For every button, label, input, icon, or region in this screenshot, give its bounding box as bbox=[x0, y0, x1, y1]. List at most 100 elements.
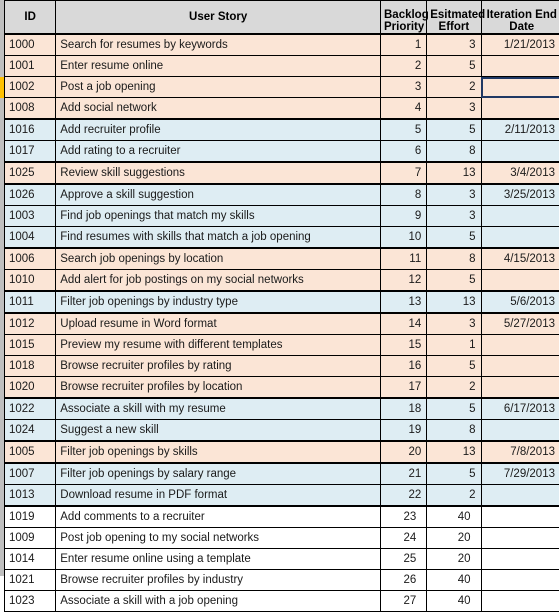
cell-id[interactable]: 1010 bbox=[5, 270, 56, 292]
cell-estimated-effort[interactable]: 3 bbox=[427, 313, 481, 335]
cell-user-story[interactable]: Find job openings that match my skills bbox=[56, 206, 381, 227]
cell-id[interactable]: 1024 bbox=[5, 420, 56, 442]
cell-user-story[interactable]: Post job opening to my social networks bbox=[56, 528, 381, 549]
cell-user-story[interactable]: Filter job openings by industry type bbox=[56, 291, 381, 313]
cell-id[interactable]: 1003 bbox=[5, 206, 56, 227]
cell-estimated-effort[interactable]: 3 bbox=[427, 206, 481, 227]
column-header-id[interactable]: ID bbox=[5, 1, 56, 35]
cell-iteration-end-date[interactable]: 5/27/2013 bbox=[481, 313, 559, 335]
cell-id[interactable]: 1001 bbox=[5, 56, 56, 77]
cell-iteration-end-date[interactable]: 5/6/2013 bbox=[481, 291, 559, 313]
cell-user-story[interactable]: Search job openings by location bbox=[56, 248, 381, 270]
cell-estimated-effort[interactable]: 8 bbox=[427, 420, 481, 442]
cell-id[interactable]: 1026 bbox=[5, 184, 56, 206]
cell-iteration-end-date[interactable]: 7/8/2013 bbox=[481, 441, 559, 463]
cell-iteration-end-date[interactable] bbox=[481, 141, 559, 163]
column-header-iteration-end-date[interactable]: Iteration End Date bbox=[481, 1, 559, 35]
cell-estimated-effort[interactable]: 5 bbox=[427, 119, 481, 141]
table-row[interactable]: 1010Add alert for job postings on my soc… bbox=[5, 270, 559, 292]
spreadsheet-grid[interactable]: ID User Story Backlog Priority Esitmated… bbox=[0, 0, 559, 576]
table-row[interactable]: 1009Post job opening to my social networ… bbox=[5, 528, 559, 549]
cell-backlog-priority[interactable]: 5 bbox=[381, 119, 427, 141]
table-row[interactable]: 1008Add social network43 bbox=[5, 98, 559, 120]
cell-user-story[interactable]: Approve a skill suggestion bbox=[56, 184, 381, 206]
cell-user-story[interactable]: Add social network bbox=[56, 98, 381, 120]
cell-id[interactable]: 1022 bbox=[5, 398, 56, 420]
cell-estimated-effort[interactable]: 5 bbox=[427, 398, 481, 420]
cell-user-story[interactable]: Preview my resume with different templat… bbox=[56, 335, 381, 356]
cell-id[interactable]: 1025 bbox=[5, 162, 56, 184]
table-row[interactable]: 1024Suggest a new skill198 bbox=[5, 420, 559, 442]
cell-iteration-end-date[interactable]: 7/29/2013 bbox=[481, 463, 559, 485]
cell-backlog-priority[interactable]: 18 bbox=[381, 398, 427, 420]
cell-iteration-end-date[interactable] bbox=[481, 56, 559, 77]
cell-iteration-end-date[interactable] bbox=[481, 528, 559, 549]
cell-iteration-end-date[interactable] bbox=[481, 77, 559, 98]
cell-iteration-end-date[interactable]: 3/4/2013 bbox=[481, 162, 559, 184]
cell-backlog-priority[interactable]: 16 bbox=[381, 356, 427, 377]
cell-user-story[interactable]: Browse recruiter profiles by industry bbox=[56, 570, 381, 591]
cell-iteration-end-date[interactable] bbox=[481, 227, 559, 249]
cell-user-story[interactable]: Associate a skill with my resume bbox=[56, 398, 381, 420]
cell-user-story[interactable]: Enter resume online using a template bbox=[56, 549, 381, 570]
cell-id[interactable]: 1015 bbox=[5, 335, 56, 356]
cell-id[interactable]: 1005 bbox=[5, 441, 56, 463]
cell-estimated-effort[interactable]: 8 bbox=[427, 141, 481, 163]
cell-iteration-end-date[interactable]: 4/15/2013 bbox=[481, 248, 559, 270]
cell-id[interactable]: 1002 bbox=[5, 77, 56, 98]
cell-id[interactable]: 1006 bbox=[5, 248, 56, 270]
cell-iteration-end-date[interactable] bbox=[481, 270, 559, 292]
cell-backlog-priority[interactable]: 20 bbox=[381, 441, 427, 463]
cell-backlog-priority[interactable]: 15 bbox=[381, 335, 427, 356]
cell-iteration-end-date[interactable] bbox=[481, 377, 559, 399]
cell-user-story[interactable]: Add recruiter profile bbox=[56, 119, 381, 141]
cell-user-story[interactable]: Enter resume online bbox=[56, 56, 381, 77]
table-row[interactable]: 1018Browse recruiter profiles by rating1… bbox=[5, 356, 559, 377]
cell-backlog-priority[interactable]: 8 bbox=[381, 184, 427, 206]
cell-backlog-priority[interactable]: 1 bbox=[381, 34, 427, 56]
table-row[interactable]: 1016Add recruiter profile552/11/2013 bbox=[5, 119, 559, 141]
cell-backlog-priority[interactable]: 2 bbox=[381, 56, 427, 77]
cell-user-story[interactable]: Add alert for job postings on my social … bbox=[56, 270, 381, 292]
table-row[interactable]: 1006Search job openings by location1184/… bbox=[5, 248, 559, 270]
cell-backlog-priority[interactable]: 26 bbox=[381, 570, 427, 591]
cell-iteration-end-date[interactable] bbox=[481, 420, 559, 442]
cell-id[interactable]: 1008 bbox=[5, 98, 56, 120]
table-row[interactable]: 1000Search for resumes by keywords131/21… bbox=[5, 34, 559, 56]
table-row[interactable]: 1011Filter job openings by industry type… bbox=[5, 291, 559, 313]
cell-backlog-priority[interactable]: 17 bbox=[381, 377, 427, 399]
table-row[interactable]: 1025Review skill suggestions7133/4/2013 bbox=[5, 162, 559, 184]
cell-iteration-end-date[interactable] bbox=[481, 206, 559, 227]
cell-estimated-effort[interactable]: 3 bbox=[427, 98, 481, 120]
cell-backlog-priority[interactable]: 21 bbox=[381, 463, 427, 485]
cell-iteration-end-date[interactable] bbox=[481, 98, 559, 120]
cell-iteration-end-date[interactable] bbox=[481, 591, 559, 612]
cell-iteration-end-date[interactable] bbox=[481, 335, 559, 356]
cell-estimated-effort[interactable]: 1 bbox=[427, 335, 481, 356]
cell-user-story[interactable]: Find resumes with skills that match a jo… bbox=[56, 227, 381, 249]
table-row[interactable]: 1002Post a job opening32 bbox=[5, 77, 559, 98]
cell-user-story[interactable]: Browse recruiter profiles by location bbox=[56, 377, 381, 399]
cell-user-story[interactable]: Associate a skill with a job opening bbox=[56, 591, 381, 612]
table-row[interactable]: 1003Find job openings that match my skil… bbox=[5, 206, 559, 227]
cell-estimated-effort[interactable]: 5 bbox=[427, 227, 481, 249]
cell-iteration-end-date[interactable]: 6/17/2013 bbox=[481, 398, 559, 420]
cell-backlog-priority[interactable]: 9 bbox=[381, 206, 427, 227]
cell-estimated-effort[interactable]: 40 bbox=[427, 506, 481, 528]
cell-id[interactable]: 1000 bbox=[5, 34, 56, 56]
cell-id[interactable]: 1011 bbox=[5, 291, 56, 313]
cell-id[interactable]: 1016 bbox=[5, 119, 56, 141]
cell-backlog-priority[interactable]: 10 bbox=[381, 227, 427, 249]
cell-estimated-effort[interactable]: 3 bbox=[427, 34, 481, 56]
cell-iteration-end-date[interactable]: 3/25/2013 bbox=[481, 184, 559, 206]
cell-user-story[interactable]: Download resume in PDF format bbox=[56, 485, 381, 507]
cell-estimated-effort[interactable]: 20 bbox=[427, 528, 481, 549]
table-row[interactable]: 1007Filter job openings by salary range2… bbox=[5, 463, 559, 485]
column-header-user-story[interactable]: User Story bbox=[56, 1, 381, 35]
cell-id[interactable]: 1009 bbox=[5, 528, 56, 549]
table-row[interactable]: 1013Download resume in PDF format222 bbox=[5, 485, 559, 507]
cell-id[interactable]: 1013 bbox=[5, 485, 56, 507]
cell-user-story[interactable]: Upload resume in Word format bbox=[56, 313, 381, 335]
table-row[interactable]: 1021Browse recruiter profiles by industr… bbox=[5, 570, 559, 591]
cell-estimated-effort[interactable]: 5 bbox=[427, 56, 481, 77]
